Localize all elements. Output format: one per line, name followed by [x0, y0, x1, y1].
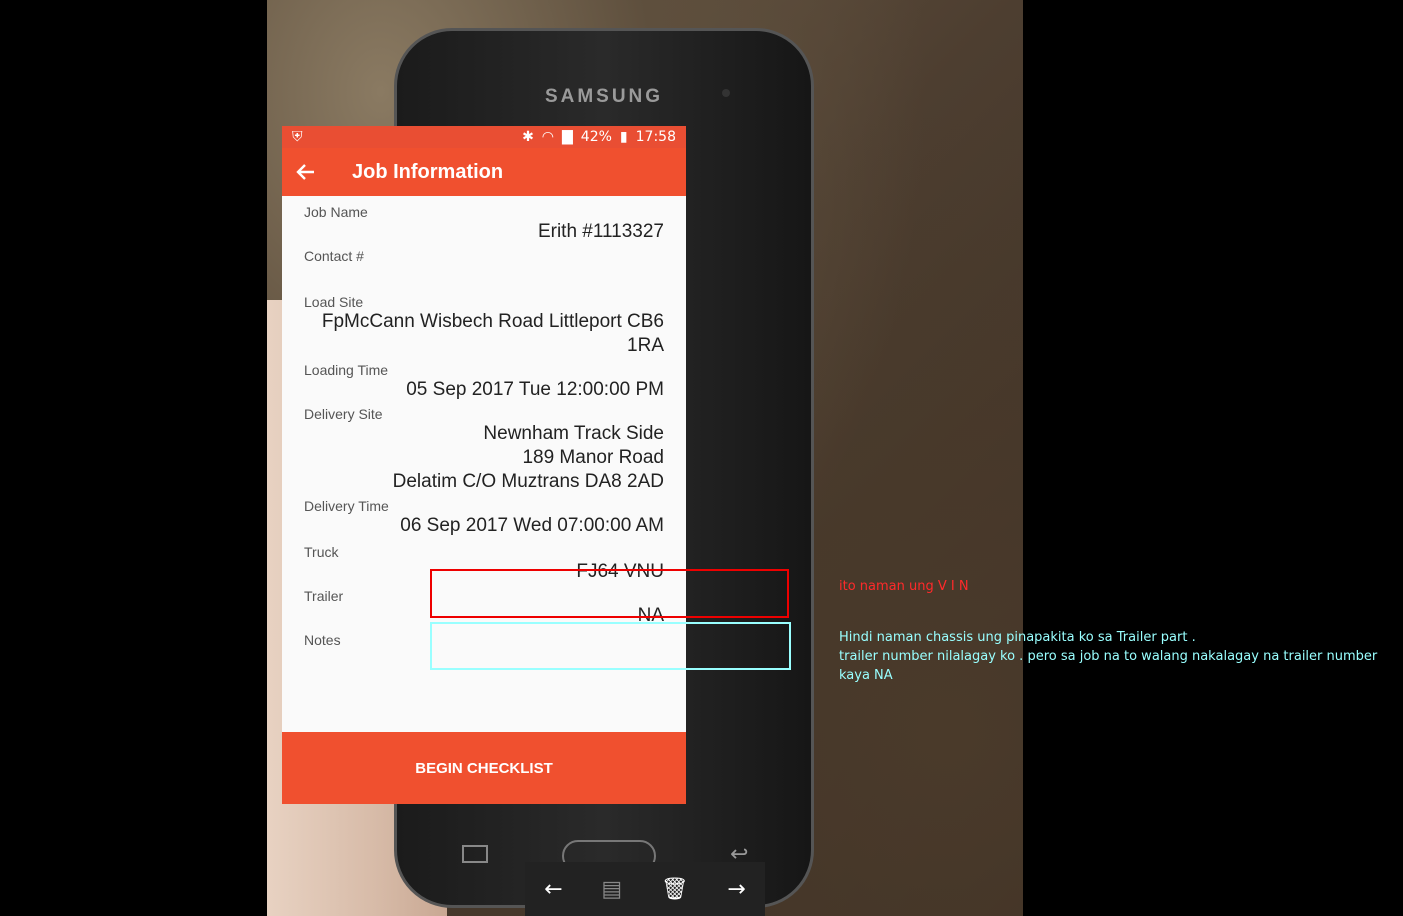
vin-note: ito naman ung V I N	[839, 579, 969, 594]
trailer-note: Hindi naman chassis ung pinapakita ko sa…	[839, 628, 1384, 685]
battery-icon: ▮	[619, 129, 628, 145]
trash-icon[interactable]: 🗑	[661, 877, 689, 902]
clock: 17:58	[635, 129, 676, 145]
field-label: Loading Time	[304, 362, 389, 378]
status-bar: ⛨ ✱ ◠ ▇ 42% ▮ 17:58	[282, 126, 686, 148]
shield-icon: ⛨	[292, 129, 303, 145]
app-bar: Job Information	[282, 148, 686, 196]
phone-brand: SAMSUNG	[544, 86, 664, 107]
field-value: 05 Sep 2017 Tue 12:00:00 PM	[406, 379, 664, 400]
next-arrow-icon[interactable]: →	[727, 877, 745, 902]
field-label: Contact #	[304, 248, 364, 264]
trailer-note-line: kaya NA	[839, 668, 893, 683]
trailer-note-line: Hindi naman chassis ung pinapakita ko sa…	[839, 630, 1196, 645]
field-label: Delivery Time	[304, 498, 389, 514]
field-load-site: Load Site FpMcCann Wisbech Road Littlepo…	[304, 294, 664, 358]
signal-icon: ▇	[562, 129, 573, 145]
phone-screen: ⛨ ✱ ◠ ▇ 42% ▮ 17:58 Job Information Job …	[282, 126, 686, 804]
trailer-highlight-box	[430, 622, 791, 670]
slideshow-icon[interactable]: ▤	[601, 877, 622, 902]
field-delivery-time: Delivery Time 06 Sep 2017 Wed 07:00:00 A…	[304, 498, 664, 538]
camera-dot	[722, 89, 730, 97]
field-job-name: Job Name Erith #1113327	[304, 204, 664, 244]
field-label: Load Site	[304, 294, 364, 310]
back-arrow-icon[interactable]	[294, 160, 318, 184]
battery-level: 42%	[580, 129, 612, 145]
bluetooth-icon: ✱	[522, 129, 534, 145]
image-viewer-toolbar: ← ▤ 🗑 →	[525, 862, 765, 916]
field-value: 06 Sep 2017 Wed 07:00:00 AM	[400, 515, 664, 536]
field-label: Truck	[304, 544, 339, 560]
truck-highlight-box	[430, 569, 789, 618]
trailer-note-line: trailer number nilalagay ko . pero sa jo…	[839, 649, 1378, 664]
recent-apps-icon[interactable]	[462, 845, 488, 863]
field-value: Erith #1113327	[537, 221, 664, 242]
field-value: FpMcCann Wisbech Road Littleport CB6 1RA	[321, 311, 664, 356]
field-delivery-site: Delivery Site Newnham Track Side 189 Man…	[304, 406, 664, 494]
wifi-icon: ◠	[541, 129, 555, 145]
field-label: Delivery Site	[304, 406, 383, 422]
field-loading-time: Loading Time 05 Sep 2017 Tue 12:00:00 PM	[304, 362, 664, 402]
previous-arrow-icon[interactable]: ←	[544, 877, 562, 902]
begin-checklist-button[interactable]: BEGIN CHECKLIST	[282, 732, 686, 804]
page-title: Job Information	[352, 160, 504, 183]
field-label: Job Name	[304, 204, 368, 220]
field-value: Newnham Track Side 189 Manor Road Delati…	[392, 423, 664, 492]
field-contact: Contact #	[304, 248, 664, 290]
